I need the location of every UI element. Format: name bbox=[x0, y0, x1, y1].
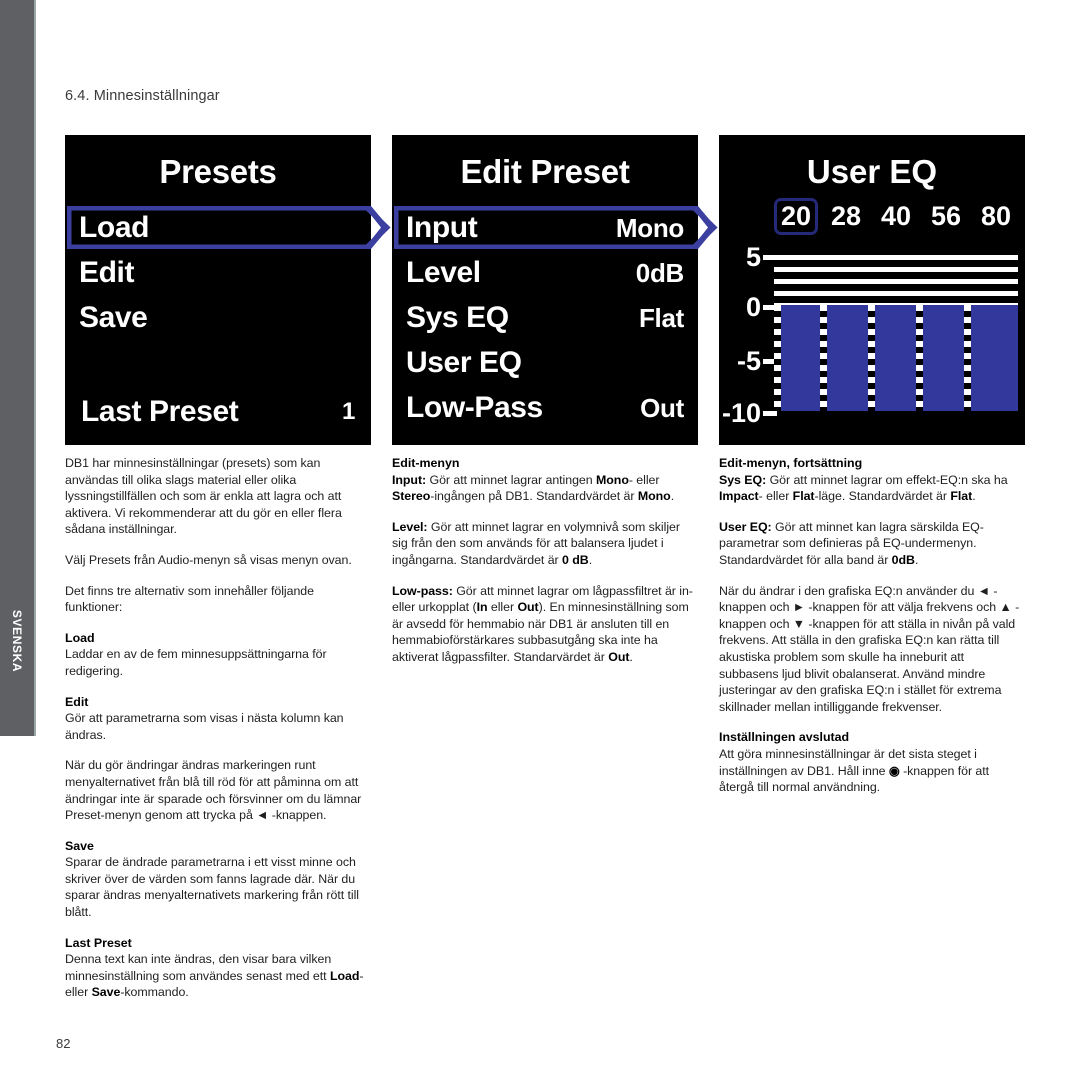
eq-plot-area bbox=[774, 250, 1018, 412]
language-tab-label: SVENSKA bbox=[10, 609, 24, 673]
eq-band-separator bbox=[916, 305, 923, 411]
body-subheading: Edit bbox=[65, 694, 89, 709]
menu-item-load[interactable]: Load bbox=[65, 205, 391, 250]
body-paragraph: Välj Presets från Audio-menyn så visas m… bbox=[65, 552, 352, 567]
page-number: 82 bbox=[56, 1036, 71, 1051]
body-subheading: Edit-menyn bbox=[392, 456, 460, 470]
manual-page: SVENSKA 6.4. Minnesinställningar Presets… bbox=[0, 0, 1080, 1080]
text-column-3: Edit-menyn, fortsättning Sys EQ: Gör att … bbox=[719, 455, 1025, 1015]
eq-band-56[interactable]: 56 bbox=[924, 202, 968, 235]
eq-band-28[interactable]: 28 bbox=[824, 202, 868, 235]
lcd-panel-user-eq: User EQ 20 28 40 56 80 5 0 -5 -10 bbox=[719, 135, 1025, 445]
panel-title-edit-preset: Edit Preset bbox=[460, 153, 630, 190]
panel-title-user-eq: User EQ bbox=[806, 153, 938, 190]
body-paragraph: Det finns tre alternativ som innehåller … bbox=[65, 583, 314, 615]
menu-item-edit[interactable]: Edit bbox=[65, 250, 371, 295]
body-text-columns: DB1 har minnesinställningar (presets) so… bbox=[65, 455, 1025, 1015]
user-eq-chart: 20 28 40 56 80 5 0 -5 -10 bbox=[719, 188, 1025, 428]
menu-item-value: Flat bbox=[638, 302, 684, 333]
menu-item-input[interactable]: Input Mono bbox=[392, 205, 718, 250]
body-subheading: Save bbox=[65, 838, 94, 853]
body-paragraph: Laddar en av de fem minnesuppsättningarn… bbox=[65, 647, 327, 678]
last-preset-label: Last Preset bbox=[81, 395, 239, 428]
eq-bars-fill bbox=[774, 305, 1018, 411]
last-preset-row: Last Preset 1 bbox=[65, 397, 371, 427]
eq-band-separator bbox=[964, 305, 971, 411]
eq-frequency-labels: 20 28 40 56 80 bbox=[774, 198, 1018, 236]
section-heading: 6.4. Minnesinställningar bbox=[65, 88, 220, 104]
eq-gridline-4 bbox=[774, 267, 1018, 272]
menu-item-label: Edit bbox=[79, 255, 135, 289]
menu-item-label: Input bbox=[406, 210, 478, 244]
eq-ytick-0: 0 bbox=[745, 292, 761, 322]
body-paragraph: Low-pass: Gör att minnet lagrar om lågpa… bbox=[392, 583, 693, 664]
body-paragraph: När du ändrar i den grafiska EQ:n använd… bbox=[719, 583, 1020, 714]
menu-item-user-eq[interactable]: User EQ bbox=[392, 340, 698, 385]
last-preset-value: 1 bbox=[341, 398, 355, 425]
body-paragraph: Sparar de ändrade parametrarna i ett vis… bbox=[65, 855, 360, 920]
presets-menu: Load Edit Save bbox=[65, 205, 391, 340]
menu-item-label: Save bbox=[79, 300, 148, 334]
body-subheading: Load bbox=[65, 630, 95, 645]
lcd-panel-presets: Presets Load Edit Save Last Preset 1 bbox=[65, 135, 391, 445]
panel-title-presets: Presets bbox=[159, 153, 277, 190]
eq-band-40[interactable]: 40 bbox=[874, 202, 918, 235]
edit-preset-menu: Input Mono Level 0dB Sys EQ Flat User EQ… bbox=[392, 205, 718, 430]
menu-item-value: 0dB bbox=[635, 257, 685, 288]
body-subheading: Edit-menyn, fortsättning bbox=[719, 456, 863, 470]
body-subheading: Last Preset bbox=[65, 935, 132, 950]
lcd-panel-edit-preset: Edit Preset Input Mono Level 0dB Sys EQ … bbox=[392, 135, 718, 445]
eq-band-separator bbox=[820, 305, 827, 411]
body-paragraph: När du gör ändringar ändras markeringen … bbox=[65, 758, 362, 823]
body-paragraph: Denna text kan inte ändras, den visar ba… bbox=[65, 952, 364, 1000]
menu-item-label: Low-Pass bbox=[406, 390, 543, 424]
text-column-2: Edit-menyn Input: Gör att minnet lagrar a… bbox=[392, 455, 698, 1015]
eq-band-separator bbox=[868, 305, 875, 411]
body-paragraph: Level: Gör att minnet lagrar en volymniv… bbox=[392, 519, 680, 567]
body-paragraph: User EQ: Gör att minnet kan lagra särski… bbox=[719, 519, 984, 567]
menu-item-sys-eq[interactable]: Sys EQ Flat bbox=[392, 295, 698, 340]
menu-item-value: Out bbox=[640, 392, 684, 423]
body-paragraph: Gör att parametrarna som visas i nästa k… bbox=[65, 711, 344, 742]
menu-item-label: Level bbox=[406, 255, 481, 289]
eq-ytick-neg5: -5 bbox=[736, 346, 761, 376]
eq-band-20[interactable]: 20 bbox=[774, 198, 818, 236]
body-paragraph: Input: Gör att minnet lagrar antingen Mo… bbox=[392, 472, 675, 504]
body-paragraph: Att göra minnesinställningar är det sist… bbox=[719, 746, 990, 795]
menu-item-label: Load bbox=[79, 210, 150, 244]
menu-item-level[interactable]: Level 0dB bbox=[392, 250, 698, 295]
body-paragraph: Sys EQ: Gör att minnet lagrar om effekt-… bbox=[719, 472, 1008, 504]
body-paragraph: DB1 har minnesinställningar (presets) so… bbox=[65, 456, 342, 537]
menu-item-label: User EQ bbox=[406, 345, 522, 379]
menu-item-label: Sys EQ bbox=[406, 300, 509, 334]
eq-ytick-5: 5 bbox=[745, 242, 761, 272]
menu-item-value: Mono bbox=[615, 212, 684, 243]
eq-ytick-neg10: -10 bbox=[721, 398, 761, 428]
eq-gridline-3 bbox=[774, 279, 1018, 284]
body-subheading: Inställningen avslutad bbox=[719, 730, 850, 745]
menu-item-save[interactable]: Save bbox=[65, 295, 371, 340]
menu-item-low-pass[interactable]: Low-Pass Out bbox=[392, 385, 698, 430]
eq-gridline-5 bbox=[774, 255, 1018, 260]
text-column-1: DB1 har minnesinställningar (presets) so… bbox=[65, 455, 371, 1015]
eq-gridline-2 bbox=[774, 291, 1018, 296]
eq-band-separator bbox=[774, 305, 781, 411]
eq-band-80[interactable]: 80 bbox=[974, 202, 1018, 235]
language-tab-svenska[interactable]: SVENSKA bbox=[0, 0, 36, 736]
lcd-panels-row: Presets Load Edit Save Last Preset 1 Edi… bbox=[65, 135, 1025, 445]
